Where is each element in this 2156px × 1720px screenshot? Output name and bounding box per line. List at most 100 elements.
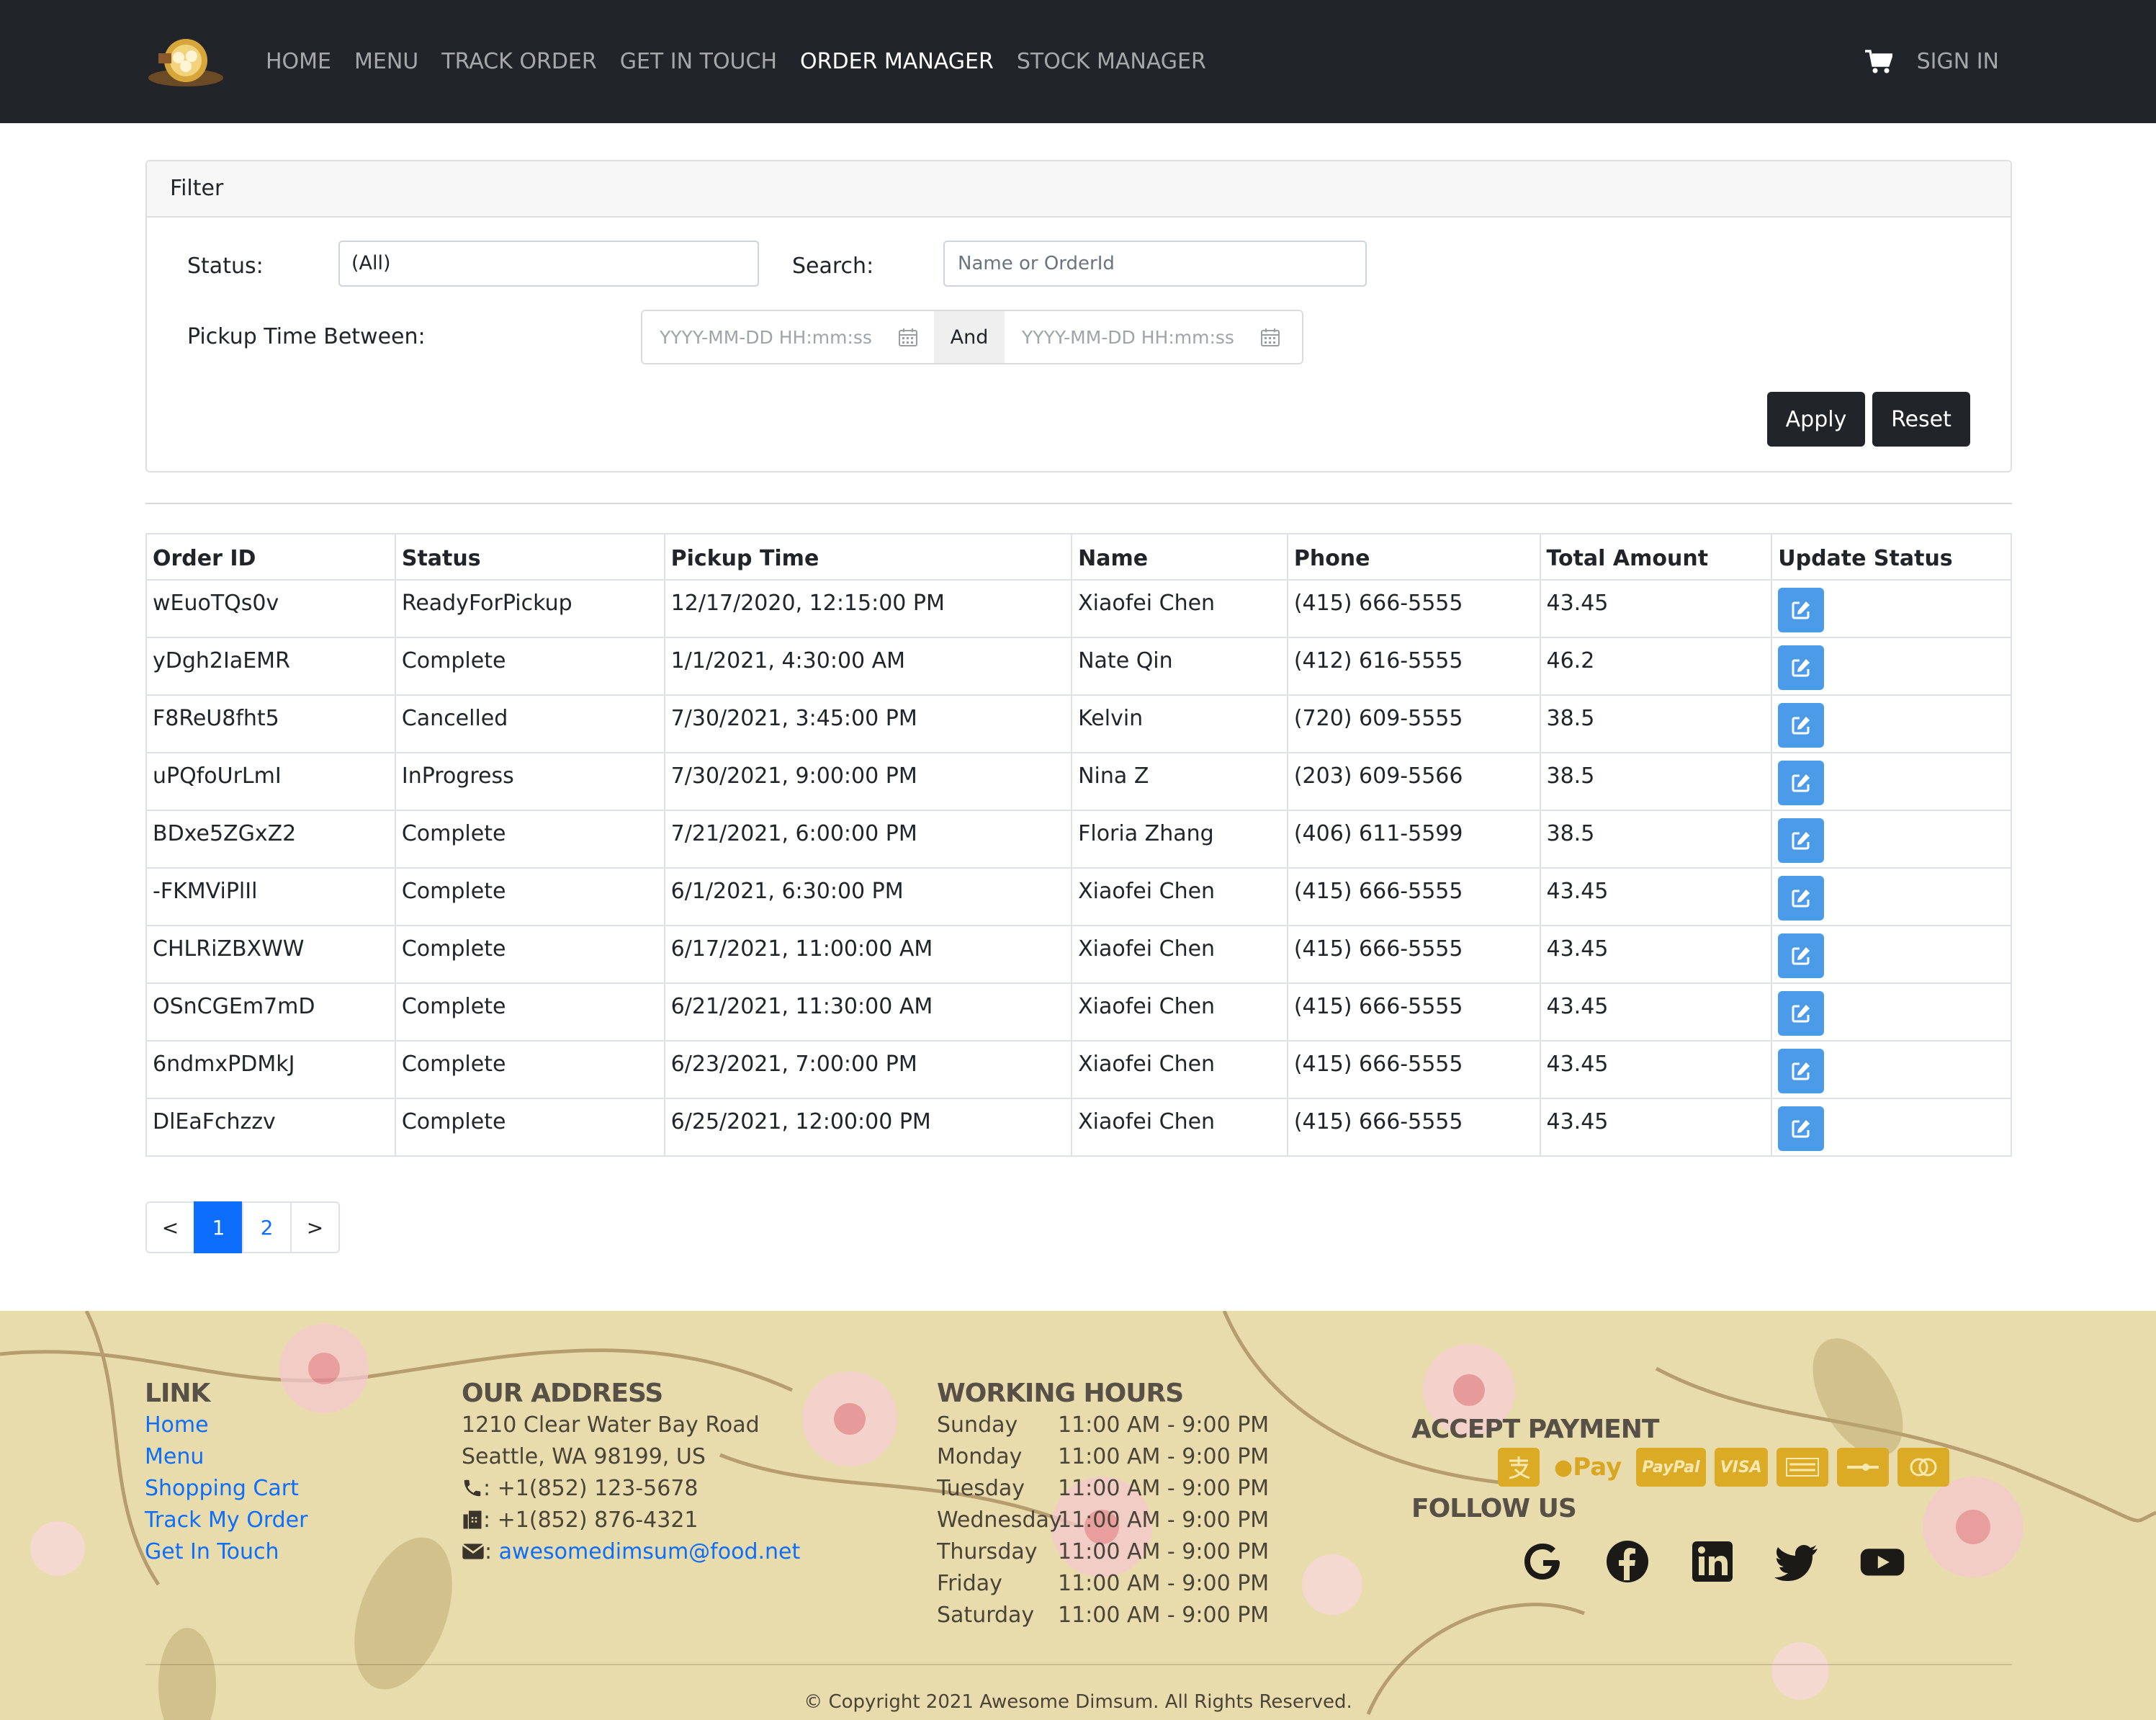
fax-number: : +1(852) 876-4321 xyxy=(483,1508,699,1533)
pickup-start-input[interactable]: YYYY-MM-DD HH:mm:ss xyxy=(642,311,934,363)
phone-cell: (415) 666-5555 xyxy=(1286,867,1541,926)
youtube-icon[interactable] xyxy=(1859,1538,1905,1585)
footer-address-column: OUR ADDRESS 1210 Clear Water Bay Road Se… xyxy=(462,1379,800,1568)
phone-cell: (415) 666-5555 xyxy=(1286,925,1541,984)
update-status-cell xyxy=(1771,694,2012,753)
working-time: 11:00 AM - 9:00 PM xyxy=(1058,1444,1270,1469)
edit-icon xyxy=(1792,832,1810,850)
email-link[interactable]: awesomedimsum@food.net xyxy=(499,1539,801,1564)
order-id-cell: 6ndmxPDMkJ xyxy=(145,1040,396,1099)
update-status-button[interactable] xyxy=(1778,703,1825,748)
table-row: CHLRiZBXWW Complete 6/17/2021, 11:00:00 AM… xyxy=(145,925,2012,984)
table-row: OSnCGEm7mD Complete 6/21/2021, 11:30:00 AM… xyxy=(145,982,2012,1042)
column-header-pickup-time: Pickup Time xyxy=(663,533,1073,581)
working-hours-list: Sunday 11:00 AM - 9:00 PM Monday 11:00 AM -… xyxy=(937,1410,1269,1631)
pickup-time-cell: 7/21/2021, 6:00:00 PM xyxy=(663,810,1073,869)
footer-link-menu[interactable]: Menu xyxy=(145,1441,307,1473)
edit-icon xyxy=(1792,947,1810,965)
apple-pay-icon: ● Pay xyxy=(1554,1453,1622,1482)
footer-payment-title: ACCEPT PAYMENT xyxy=(1411,1415,1659,1446)
search-input[interactable] xyxy=(943,241,1367,287)
nav-get-in-touch[interactable]: GET IN TOUCH xyxy=(620,49,777,74)
pagination-page-1[interactable]: 1 xyxy=(194,1201,243,1253)
update-status-button[interactable] xyxy=(1778,933,1825,978)
phone-icon xyxy=(464,1479,481,1497)
working-time: 11:00 AM - 9:00 PM xyxy=(1058,1539,1270,1564)
fax-icon xyxy=(463,1510,482,1529)
main-nav: HOME MENU TRACK ORDER GET IN TOUCH ORDER… xyxy=(266,0,1229,123)
calendar-icon[interactable] xyxy=(898,327,918,347)
column-header-total-amount: Total Amount xyxy=(1539,533,1773,581)
status-cell: Complete xyxy=(394,637,665,696)
footer-link-track-my-order[interactable]: Track My Order xyxy=(145,1505,307,1536)
edit-icon xyxy=(1792,1005,1810,1023)
total-amount-cell: 43.45 xyxy=(1539,982,1773,1042)
nav-menu[interactable]: MENU xyxy=(354,49,418,74)
dimsum-logo-icon[interactable] xyxy=(144,32,229,92)
twitter-icon[interactable] xyxy=(1774,1538,1820,1585)
discover-icon xyxy=(1836,1448,1889,1487)
table-header-row: Order ID Status Pickup Time Name Phone T… xyxy=(145,533,2012,581)
nav-track-order[interactable]: TRACK ORDER xyxy=(441,49,596,74)
working-hours-row: Saturday 11:00 AM - 9:00 PM xyxy=(937,1600,1269,1631)
update-status-button[interactable] xyxy=(1778,761,1825,805)
pagination-page-2[interactable]: 2 xyxy=(242,1201,292,1253)
linkedin-icon[interactable] xyxy=(1689,1538,1735,1585)
order-id-cell: wEuoTQs0v xyxy=(145,579,396,638)
working-time: 11:00 AM - 9:00 PM xyxy=(1058,1508,1270,1533)
visa-icon: VISA xyxy=(1714,1448,1768,1487)
and-label: And xyxy=(934,311,1005,363)
table-row: -FKMViPlIl Complete 6/1/2021, 6:30:00 PM Xi… xyxy=(145,867,2012,926)
reset-button[interactable]: Reset xyxy=(1872,392,1970,447)
apple-pay-text: Pay xyxy=(1573,1453,1622,1482)
update-status-button[interactable] xyxy=(1778,645,1825,690)
pickup-time-label: Pickup Time Between: xyxy=(187,324,426,349)
working-hours-row: Thursday 11:00 AM - 9:00 PM xyxy=(937,1536,1269,1568)
update-status-button[interactable] xyxy=(1778,1049,1825,1093)
working-hours-row: Sunday 11:00 AM - 9:00 PM xyxy=(937,1410,1269,1441)
pagination-next[interactable]: > xyxy=(290,1201,340,1253)
top-navbar: HOME MENU TRACK ORDER GET IN TOUCH ORDER… xyxy=(0,0,2156,123)
footer-email: : awesomedimsum@food.net xyxy=(462,1536,800,1568)
update-status-button[interactable] xyxy=(1778,588,1825,632)
update-status-button[interactable] xyxy=(1778,991,1825,1036)
column-header-phone: Phone xyxy=(1286,533,1541,581)
footer-link-get-in-touch[interactable]: Get In Touch xyxy=(145,1536,307,1568)
working-time: 11:00 AM - 9:00 PM xyxy=(1058,1412,1270,1438)
working-time: 11:00 AM - 9:00 PM xyxy=(1058,1476,1270,1501)
working-day: Monday xyxy=(937,1444,1023,1469)
nav-home[interactable]: HOME xyxy=(266,49,331,74)
total-amount-cell: 43.45 xyxy=(1539,867,1773,926)
name-cell: Xiaofei Chen xyxy=(1071,1040,1288,1099)
edit-icon xyxy=(1792,659,1810,677)
facebook-icon[interactable] xyxy=(1604,1538,1650,1585)
calendar-icon[interactable] xyxy=(1260,327,1280,347)
apply-button[interactable]: Apply xyxy=(1767,392,1865,447)
amex-icon xyxy=(1776,1448,1828,1487)
pickup-time-cell: 6/17/2021, 11:00:00 AM xyxy=(663,925,1073,984)
order-id-cell: CHLRiZBXWW xyxy=(145,925,396,984)
nav-stock-manager[interactable]: STOCK MANAGER xyxy=(1017,49,1206,74)
update-status-cell xyxy=(1771,982,2012,1042)
cart-icon[interactable] xyxy=(1864,49,1892,74)
update-status-button[interactable] xyxy=(1778,818,1825,863)
google-icon[interactable] xyxy=(1519,1538,1566,1585)
nav-order-manager[interactable]: ORDER MANAGER xyxy=(800,49,994,74)
update-status-button[interactable] xyxy=(1778,876,1825,921)
status-select[interactable]: (All) xyxy=(338,241,759,287)
pickup-end-input[interactable]: YYYY-MM-DD HH:mm:ss xyxy=(1005,311,1296,363)
phone-cell: (415) 666-5555 xyxy=(1286,579,1541,638)
working-time: 11:00 AM - 9:00 PM xyxy=(1058,1571,1270,1596)
working-day: Saturday xyxy=(937,1603,1035,1628)
footer-link-home[interactable]: Home xyxy=(145,1410,307,1441)
table-row: wEuoTQs0v ReadyForPickup 12/17/2020, 12:15… xyxy=(145,579,2012,638)
footer: LINK Home Menu Shopping Cart Track My Or… xyxy=(0,1311,2156,1720)
sign-in-link[interactable]: SIGN IN xyxy=(1917,49,1999,74)
update-status-button[interactable] xyxy=(1778,1106,1825,1151)
pagination-prev[interactable]: < xyxy=(145,1201,195,1253)
footer-follow-title: FOLLOW US xyxy=(1411,1494,1577,1525)
working-day: Sunday xyxy=(937,1412,1018,1438)
name-cell: Xiaofei Chen xyxy=(1071,982,1288,1042)
pagination: < 1 2 > xyxy=(145,1201,340,1253)
footer-link-shopping-cart[interactable]: Shopping Cart xyxy=(145,1473,307,1505)
